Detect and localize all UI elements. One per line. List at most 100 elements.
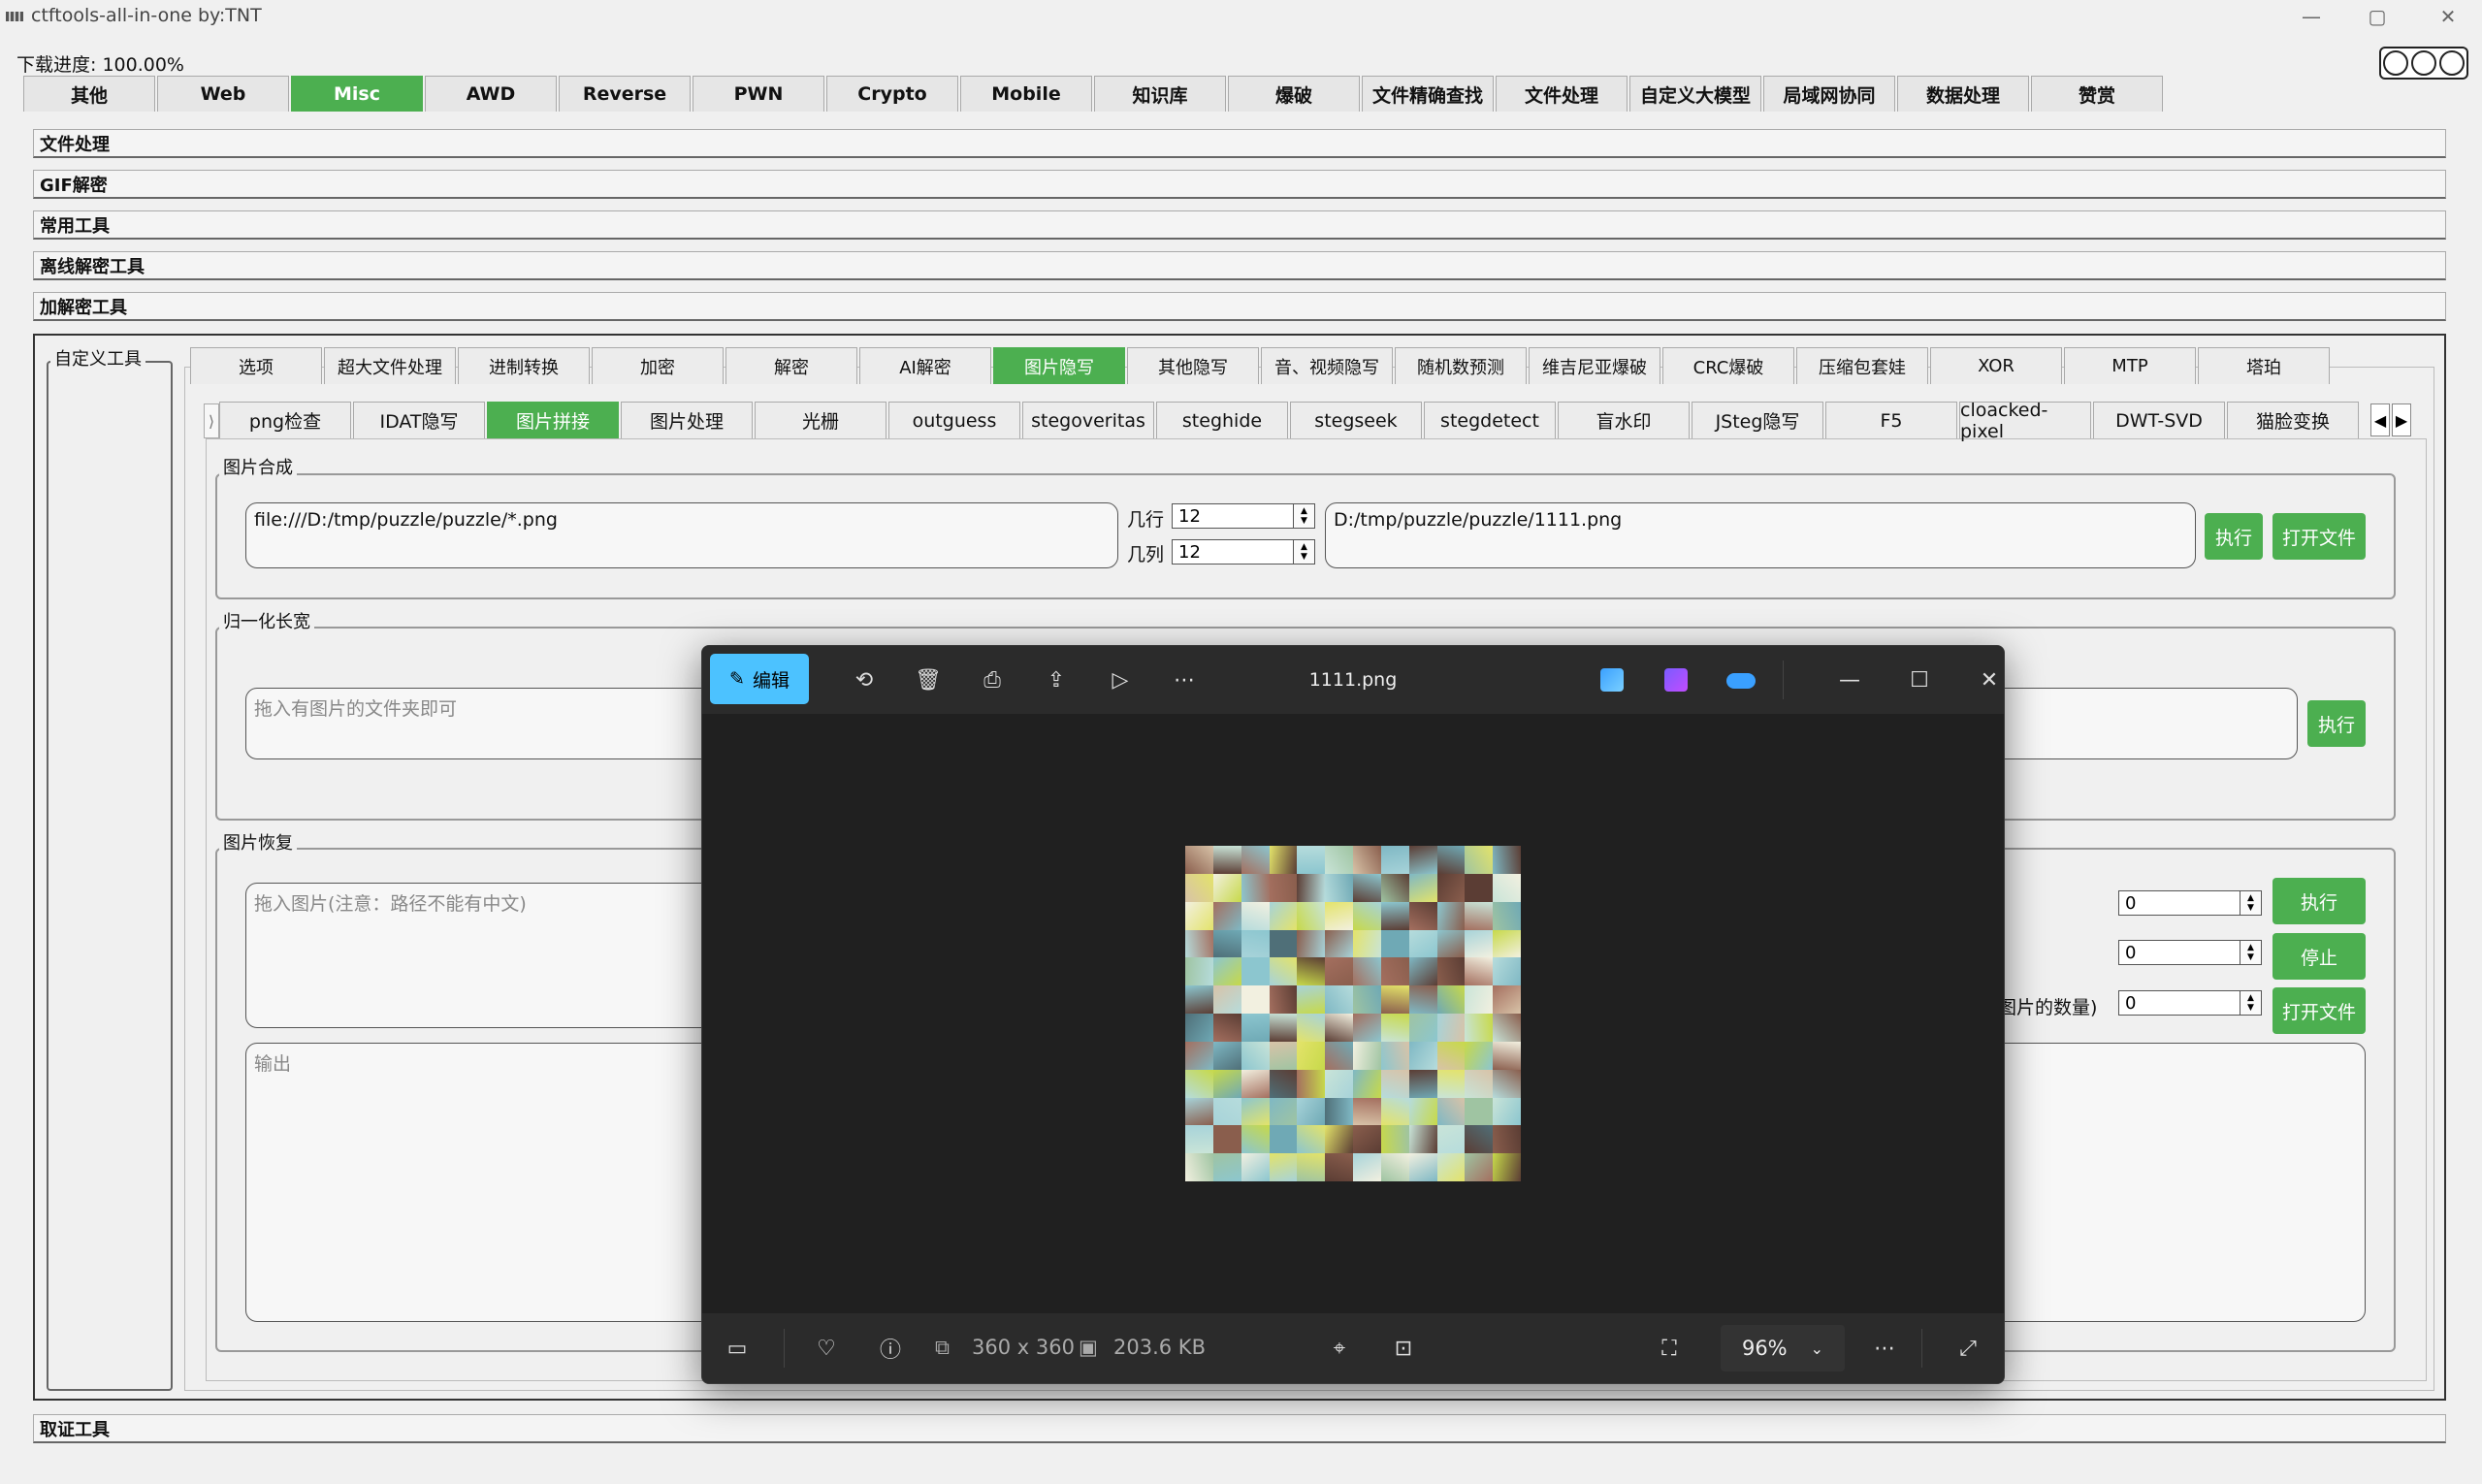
normalize-run-button[interactable]: 执行 — [2307, 700, 2366, 747]
main-tab-3[interactable]: AWD — [425, 76, 557, 112]
subsub-tab-1[interactable]: IDAT隐写 — [353, 402, 485, 438]
tab-scroll-left-icon[interactable]: ◀ — [2370, 403, 2390, 436]
subsub-tab-8[interactable]: stegseek — [1290, 402, 1422, 438]
viewer-minimize-icon[interactable]: — — [1830, 661, 1869, 699]
main-tab-1[interactable]: Web — [157, 76, 289, 112]
section-common-tools[interactable]: 常用工具 — [33, 210, 2446, 240]
print-icon[interactable]: ⎙ — [973, 661, 1012, 699]
subsub-tab-3[interactable]: 图片处理 — [621, 402, 753, 438]
main-tab-2[interactable]: Misc — [291, 76, 423, 112]
sub-tab-2[interactable]: 进制转换 — [458, 347, 590, 384]
section-encrypt-decrypt[interactable]: 加解密工具 — [33, 292, 2446, 321]
tab-scroll-right-icon[interactable]: ▶ — [2392, 403, 2411, 436]
main-tab-6[interactable]: Crypto — [826, 76, 958, 112]
filmstrip-icon[interactable]: ▭ — [718, 1329, 757, 1368]
info-icon[interactable]: ⓘ — [871, 1329, 910, 1368]
viewer-maximize-icon[interactable]: ☐ — [1900, 661, 1939, 699]
restore-spinbox-3[interactable]: 0 — [2118, 990, 2240, 1016]
sub-tab-9[interactable]: 随机数预测 — [1395, 347, 1527, 384]
subsub-tab-13[interactable]: cloacked-pixel — [1959, 400, 2091, 442]
restore-button[interactable]: ▢ — [2344, 0, 2410, 33]
sub-tab-15[interactable]: 塔珀 — [2198, 347, 2330, 384]
delete-icon[interactable]: 🗑 — [909, 661, 948, 699]
sub-tab-13[interactable]: XOR — [1930, 347, 2062, 384]
subsub-tab-12[interactable]: F5 — [1825, 402, 1957, 438]
main-tab-8[interactable]: 知识库 — [1094, 76, 1226, 112]
main-tab-10[interactable]: 文件精确查找 — [1362, 76, 1494, 112]
subsub-tab-0[interactable]: png检查 — [219, 402, 351, 438]
sub-tab-1[interactable]: 超大文件处理 — [324, 347, 456, 384]
restore-spin-arrows-2[interactable]: ▲ ▼ — [2240, 940, 2262, 965]
restore-spin-arrows-3[interactable]: ▲ ▼ — [2240, 990, 2262, 1016]
favorite-icon[interactable]: ♡ — [807, 1329, 846, 1368]
onedrive-icon[interactable] — [1726, 673, 1756, 689]
subsub-tab-7[interactable]: steghide — [1156, 402, 1288, 438]
sub-tab-12[interactable]: 压缩包套娃 — [1796, 347, 1928, 384]
visual-search-icon[interactable]: ⌖ — [1320, 1329, 1359, 1368]
restore-spin-arrows-1[interactable]: ▲ ▼ — [2240, 890, 2262, 916]
section-forensics-tools[interactable]: 取证工具 — [33, 1414, 2446, 1443]
sub-tab-4[interactable]: 解密 — [725, 347, 857, 384]
sub-tab-14[interactable]: MTP — [2064, 347, 2196, 384]
main-tab-13[interactable]: 局域网协同 — [1763, 76, 1895, 112]
subsub-tab-5[interactable]: outguess — [888, 402, 1020, 438]
subsub-tab-14[interactable]: DWT-SVD — [2093, 402, 2225, 438]
compose-open-button[interactable]: 打开文件 — [2272, 513, 2366, 560]
main-tab-14[interactable]: 数据处理 — [1897, 76, 2029, 112]
main-tab-15[interactable]: 赞赏 — [2031, 76, 2163, 112]
text-scan-icon[interactable]: ⊡ — [1384, 1329, 1423, 1368]
edit-button[interactable]: ✎ 编辑 — [710, 654, 809, 704]
sub-tab-10[interactable]: 维吉尼亚爆破 — [1529, 347, 1660, 384]
rows-spinbox[interactable]: 12 — [1172, 503, 1294, 529]
restore-run-button[interactable]: 执行 — [2272, 878, 2366, 924]
rotate-icon[interactable]: ⟲ — [845, 661, 884, 699]
restore-open-button[interactable]: 打开文件 — [2272, 987, 2366, 1034]
sub-tab-5[interactable]: AI解密 — [859, 347, 991, 384]
section-gif-decrypt[interactable]: GIF解密 — [33, 170, 2446, 199]
compose-input-path[interactable]: file:///D:/tmp/puzzle/puzzle/*.png — [245, 502, 1118, 568]
slideshow-icon[interactable]: ▷ — [1101, 661, 1140, 699]
close-button[interactable]: ✕ — [2415, 0, 2481, 33]
subsub-tab-2[interactable]: 图片拼接 — [487, 402, 619, 438]
zoom-dropdown[interactable]: 96% ⌄ — [1721, 1325, 1845, 1371]
sub-tab-11[interactable]: CRC爆破 — [1662, 347, 1794, 384]
sub-tab-3[interactable]: 加密 — [592, 347, 724, 384]
sub-tab-0[interactable]: 选项 — [190, 347, 322, 384]
restore-stop-button[interactable]: 停止 — [2272, 933, 2366, 980]
subsub-tab-9[interactable]: stegdetect — [1424, 402, 1556, 438]
minimize-button[interactable]: — — [2278, 0, 2344, 33]
chevron-left-icon[interactable]: ⟩ — [204, 403, 219, 438]
restore-spinbox-1[interactable]: 0 — [2118, 890, 2240, 916]
more-options-icon[interactable]: ⋯ — [1865, 1329, 1904, 1368]
fullscreen-icon[interactable]: ⤢ — [1949, 1329, 1987, 1368]
main-tab-11[interactable]: 文件处理 — [1496, 76, 1628, 112]
cols-spin-arrows[interactable]: ▲ ▼ — [1294, 539, 1315, 565]
sub-tab-7[interactable]: 其他隐写 — [1127, 347, 1259, 384]
subsub-tab-6[interactable]: stegoveritas — [1022, 402, 1154, 438]
sub-tab-8[interactable]: 音、视频隐写 — [1261, 347, 1393, 384]
main-tab-9[interactable]: 爆破 — [1228, 76, 1360, 112]
main-tab-0[interactable]: 其他 — [23, 76, 155, 112]
sub-tab-6[interactable]: 图片隐写 — [993, 347, 1125, 384]
main-tab-7[interactable]: Mobile — [960, 76, 1092, 112]
subsub-tab-15[interactable]: 猫脸变换 — [2227, 402, 2359, 438]
compose-run-button[interactable]: 执行 — [2205, 513, 2263, 560]
main-tab-4[interactable]: Reverse — [559, 76, 691, 112]
main-tab-12[interactable]: 自定义大模型 — [1629, 76, 1761, 112]
clipchamp-app-icon[interactable] — [1664, 668, 1688, 692]
subsub-tab-4[interactable]: 光栅 — [755, 402, 886, 438]
subsub-tab-11[interactable]: JSteg隐写 — [1692, 402, 1823, 438]
section-offline-decrypt[interactable]: 离线解密工具 — [33, 251, 2446, 280]
viewer-close-icon[interactable]: ✕ — [1970, 661, 2004, 699]
subsub-tab-10[interactable]: 盲水印 — [1558, 402, 1690, 438]
section-file-processing[interactable]: 文件处理 — [33, 129, 2446, 158]
fit-to-window-icon[interactable]: ⛶ — [1650, 1329, 1689, 1368]
compose-output-path[interactable]: D:/tmp/puzzle/puzzle/1111.png — [1325, 502, 2196, 568]
share-icon[interactable]: ⇪ — [1037, 661, 1076, 699]
designer-app-icon[interactable] — [1600, 668, 1624, 692]
restore-spinbox-2[interactable]: 0 — [2118, 940, 2240, 965]
more-icon[interactable]: ⋯ — [1165, 661, 1204, 699]
main-tab-5[interactable]: PWN — [693, 76, 824, 112]
rows-spin-arrows[interactable]: ▲ ▼ — [1294, 503, 1315, 529]
cols-spinbox[interactable]: 12 — [1172, 539, 1294, 565]
